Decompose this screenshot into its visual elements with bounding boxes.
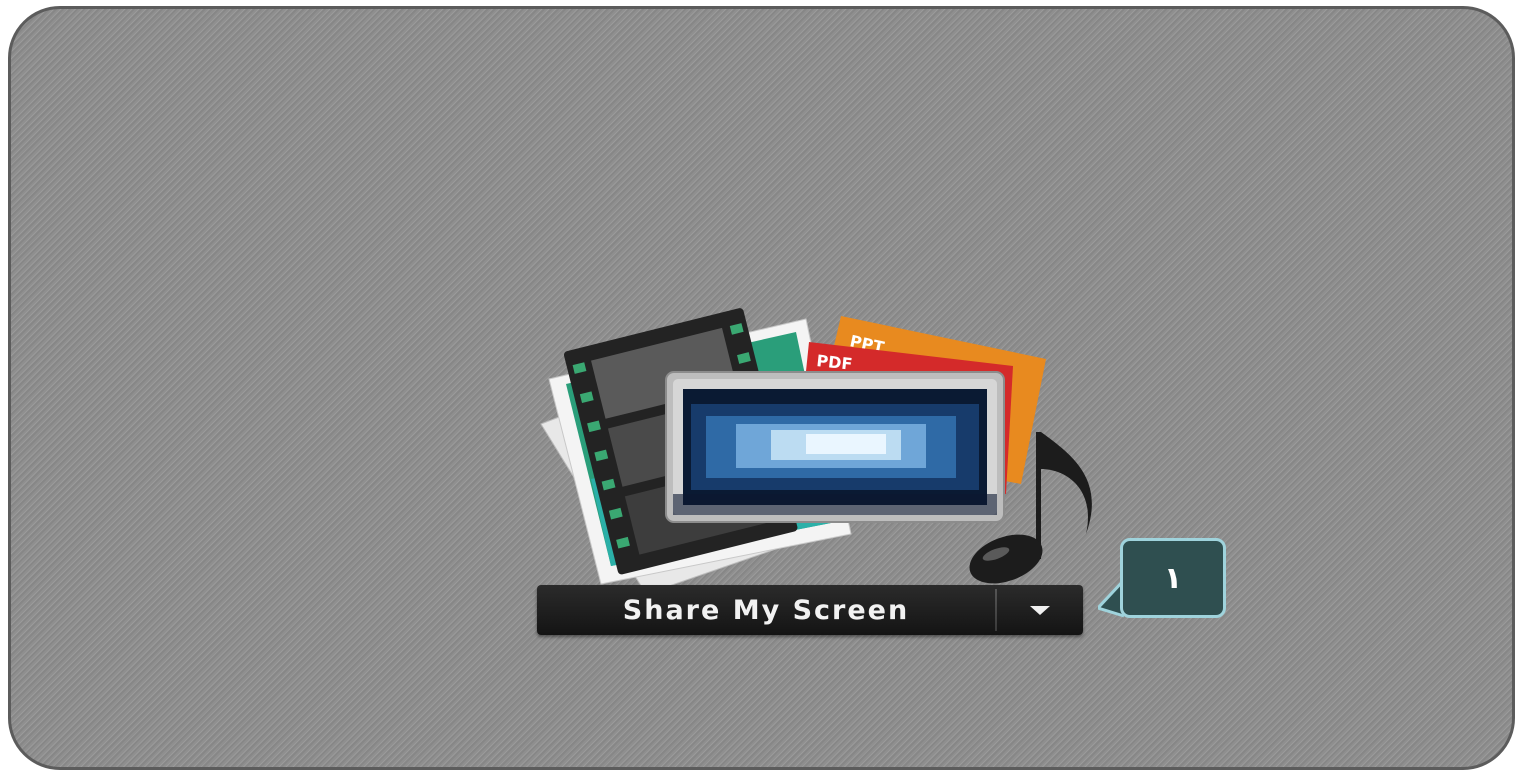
share-screen-panel: PPT PDF bbox=[8, 6, 1515, 770]
pdf-label: PDF bbox=[816, 351, 854, 374]
monitor-icon bbox=[665, 371, 1005, 523]
share-options-dropdown[interactable] bbox=[997, 585, 1083, 635]
share-my-screen-button-group: Share My Screen bbox=[537, 585, 1083, 635]
chevron-down-icon bbox=[1030, 605, 1050, 615]
share-my-screen-button[interactable]: Share My Screen bbox=[537, 585, 995, 635]
step-number-callout: ١ bbox=[1120, 538, 1226, 618]
share-content-illustration: PPT PDF bbox=[540, 308, 1092, 594]
